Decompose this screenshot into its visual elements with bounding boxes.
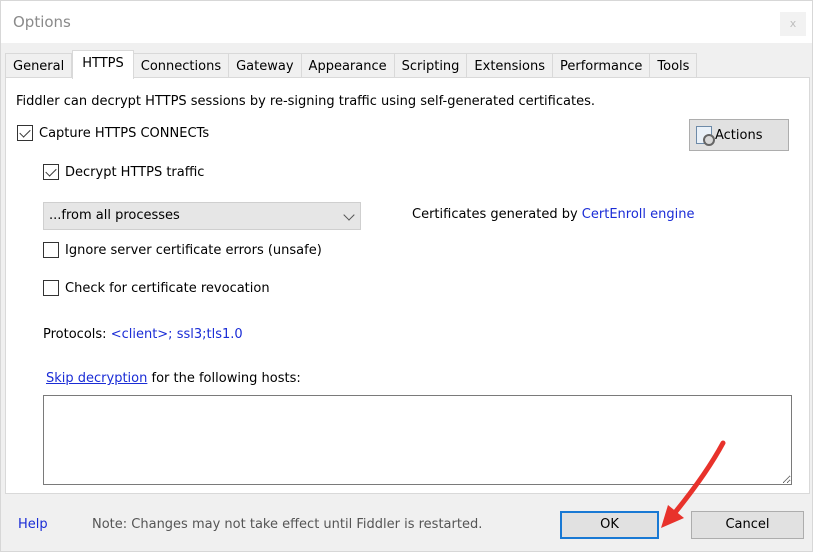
ignore-cert-errors-label: Ignore server certificate errors (unsafe… — [65, 242, 322, 258]
certificate-gear-icon — [696, 126, 715, 146]
tab-connections[interactable]: Connections — [133, 53, 230, 79]
certificate-generator-info: Certificates generated by CertEnroll eng… — [412, 207, 694, 222]
https-description: Fiddler can decrypt HTTPS sessions by re… — [16, 94, 595, 109]
protocols-line: Protocols: <client>; ssl3;tls1.0 — [43, 327, 243, 342]
skip-decryption-line: Skip decryption for the following hosts: — [46, 371, 301, 386]
tab-extensions[interactable]: Extensions — [467, 53, 554, 79]
protocols-prefix: Protocols: — [43, 327, 111, 342]
skip-decryption-suffix: for the following hosts: — [147, 371, 301, 386]
cancel-button[interactable]: Cancel — [691, 511, 804, 539]
tab-scripting[interactable]: Scripting — [394, 53, 468, 79]
check-revocation-checkbox[interactable]: Check for certificate revocation — [43, 280, 270, 296]
process-filter-select[interactable]: ...from all processes — [43, 202, 361, 230]
skip-hosts-textarea[interactable] — [43, 395, 792, 485]
capture-https-label: Capture HTTPS CONNECTs — [39, 125, 210, 141]
close-button[interactable]: x — [780, 12, 806, 36]
title-bar[interactable]: Options x — [1, 1, 812, 43]
decrypt-https-checkbox[interactable]: Decrypt HTTPS traffic — [43, 164, 204, 180]
dialog-title: Options — [13, 13, 71, 31]
restart-note: Note: Changes may not take effect until … — [92, 517, 483, 532]
capture-https-checkbox[interactable]: Capture HTTPS CONNECTs — [17, 125, 209, 141]
tab-performance[interactable]: Performance — [553, 53, 651, 79]
skip-decryption-link[interactable]: Skip decryption — [46, 371, 147, 386]
help-link[interactable]: Help — [18, 517, 48, 532]
ok-button[interactable]: OK — [560, 511, 659, 539]
actions-button[interactable]: Actions — [689, 119, 789, 151]
checkbox-box[interactable] — [43, 164, 59, 180]
checkbox-box[interactable] — [17, 125, 33, 141]
decrypt-https-label: Decrypt HTTPS traffic — [65, 164, 205, 180]
actions-label: Actions — [715, 127, 763, 143]
tab-strip: General HTTPS Connections Gateway Appear… — [5, 50, 698, 79]
cert-prefix: Certificates generated by — [412, 207, 582, 222]
tab-appearance[interactable]: Appearance — [301, 53, 395, 79]
process-filter-value: ...from all processes — [49, 208, 180, 223]
protocols-link[interactable]: <client>; ssl3;tls1.0 — [111, 327, 243, 342]
options-dialog: Options x General HTTPS Connections Gate… — [0, 0, 813, 552]
chevron-down-icon — [343, 209, 355, 221]
tab-tools[interactable]: Tools — [650, 53, 698, 79]
tab-gateway[interactable]: Gateway — [229, 53, 302, 79]
tab-general[interactable]: General — [5, 53, 73, 79]
checkbox-box[interactable] — [43, 280, 59, 296]
ignore-cert-errors-checkbox[interactable]: Ignore server certificate errors (unsafe… — [43, 242, 322, 258]
checkbox-box[interactable] — [43, 242, 59, 258]
cert-engine-link[interactable]: CertEnroll engine — [582, 207, 695, 222]
check-revocation-label: Check for certificate revocation — [65, 280, 270, 296]
https-panel: Fiddler can decrypt HTTPS sessions by re… — [5, 77, 810, 494]
tab-https[interactable]: HTTPS — [72, 50, 134, 79]
